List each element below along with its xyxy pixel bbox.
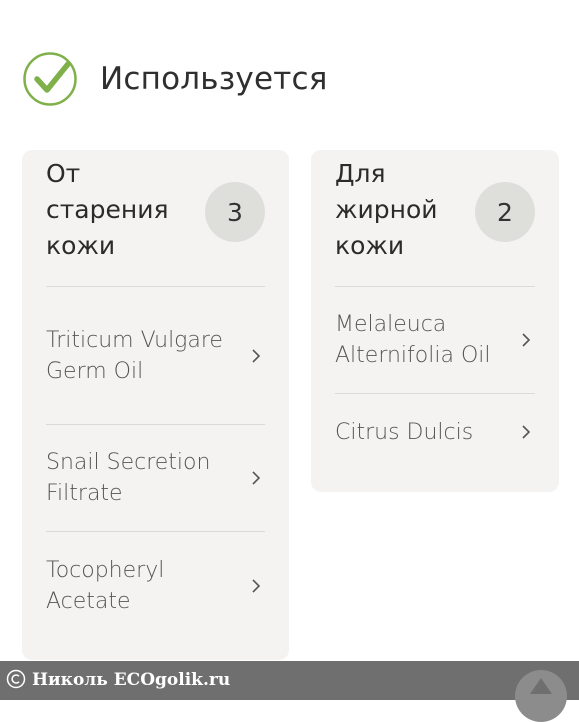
ingredient-label: Triticum Vulgare Germ Oil	[46, 327, 223, 384]
ingredient-label: Citrus Dulcis	[335, 419, 474, 445]
copyright-icon	[6, 669, 26, 689]
ingredient-item[interactable]: Triticum Vulgare Germ Oil	[46, 287, 265, 425]
footer-credit: Николь ECOgolik.ru	[32, 670, 231, 690]
category-card-anti-aging: От старения кожи 3 Triticum Vulgare Germ…	[22, 150, 289, 660]
category-card-oily-skin: Для жирной кожи 2 Melaleuca Alternifolia…	[311, 150, 559, 492]
chevron-right-icon	[522, 333, 531, 347]
ingredient-list: Triticum Vulgare Germ Oil Snail Secretio…	[46, 286, 265, 639]
ingredient-item[interactable]: Citrus Dulcis	[335, 394, 535, 470]
scroll-top-button[interactable]	[515, 670, 567, 722]
category-title: Для жирной кожи	[335, 159, 438, 260]
count-badge: 2	[475, 182, 535, 242]
ingredient-item[interactable]: Tocopheryl Acetate	[46, 532, 265, 639]
arrow-up-icon	[530, 678, 552, 694]
category-header: От старения кожи 3	[46, 150, 265, 286]
ingredient-item[interactable]: Snail Secretion Filtrate	[46, 425, 265, 532]
usage-header: Используется	[22, 50, 328, 108]
check-circle-icon	[23, 52, 77, 106]
ingredient-label: Melaleuca Alternifolia Oil	[335, 312, 491, 368]
chevron-right-icon	[522, 425, 531, 439]
chevron-right-icon	[252, 578, 261, 593]
category-header: Для жирной кожи 2	[335, 150, 535, 286]
page-title: Используется	[100, 61, 328, 97]
footer-bar: Николь ECOgolik.ru	[0, 661, 579, 722]
ingredient-label: Snail Secretion Filtrate	[46, 450, 211, 506]
chevron-right-icon	[252, 348, 261, 363]
category-title: От старения кожи	[46, 159, 169, 260]
chevron-right-icon	[252, 471, 261, 485]
ingredient-item[interactable]: Melaleuca Alternifolia Oil	[335, 287, 535, 394]
ingredient-list: Melaleuca Alternifolia Oil Citrus Dulcis	[335, 286, 535, 470]
count-badge: 3	[205, 182, 265, 242]
ingredient-label: Tocopheryl Acetate	[46, 557, 165, 614]
